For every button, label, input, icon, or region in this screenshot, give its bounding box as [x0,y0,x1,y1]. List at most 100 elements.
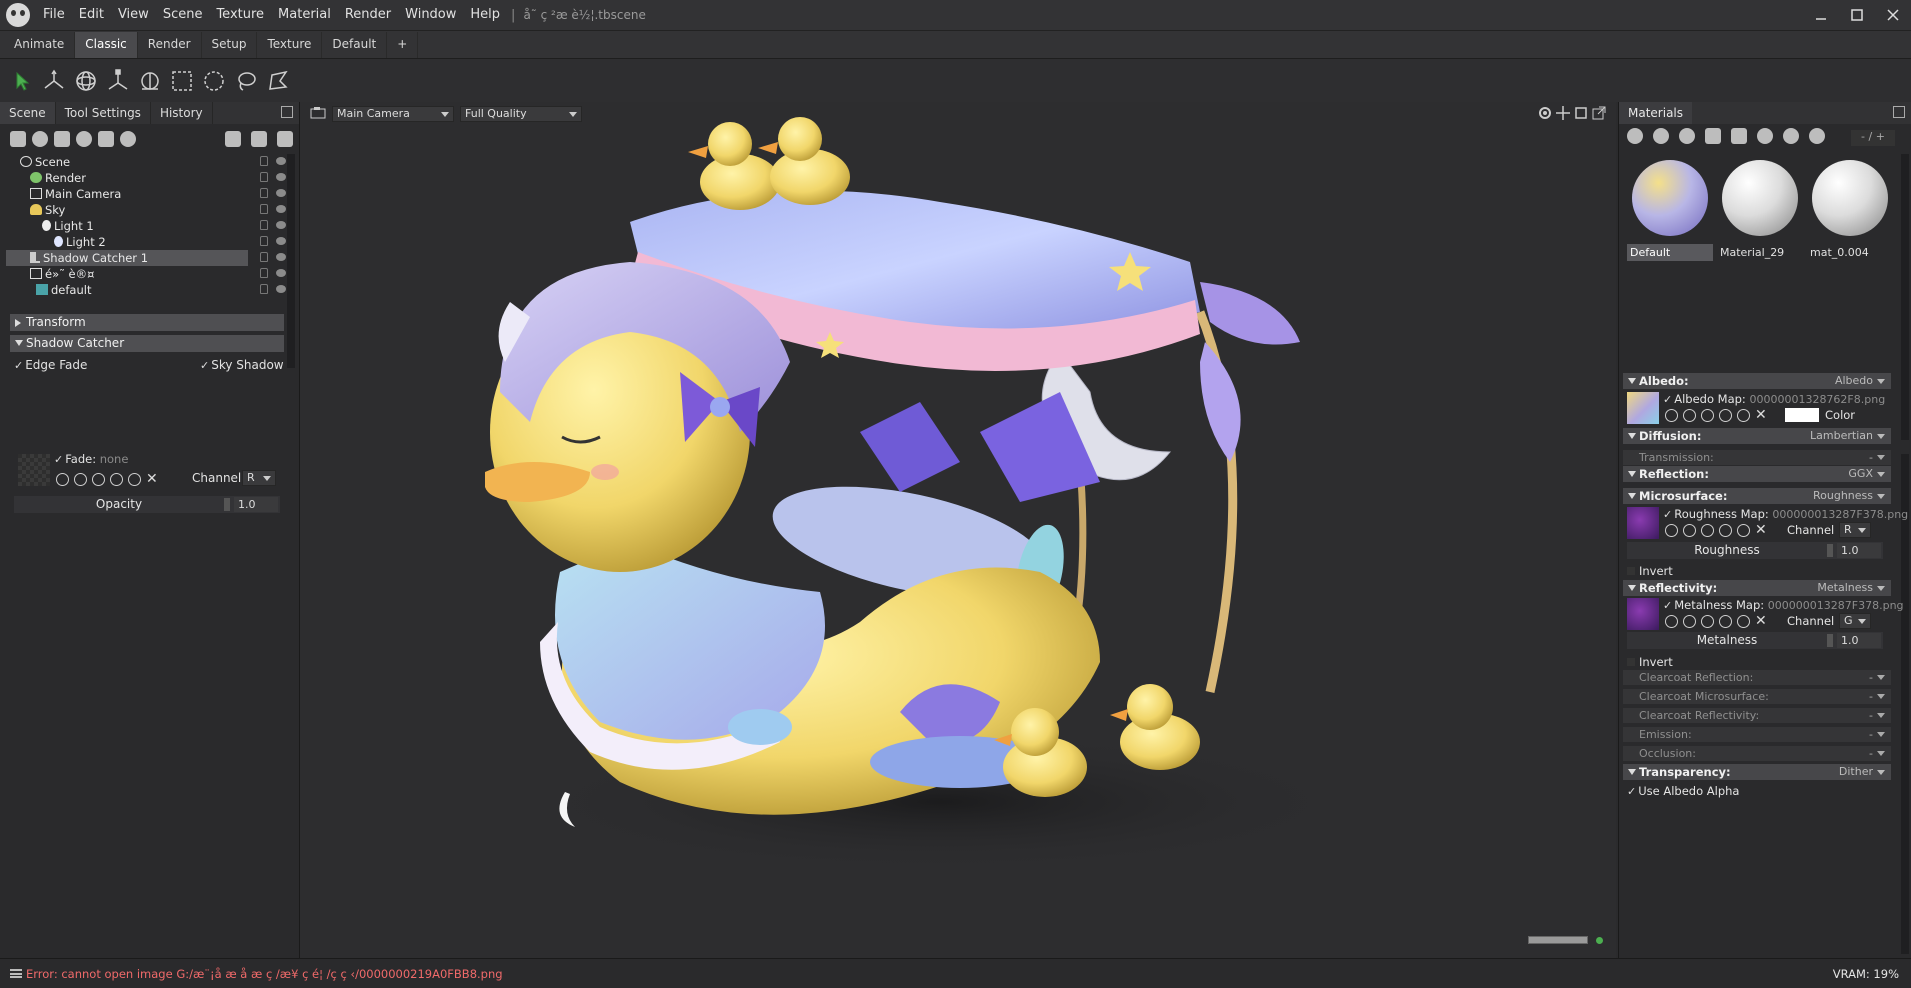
viewport-settings-icon[interactable] [1538,106,1552,120]
material-swatch-mat-0-004[interactable]: mat_0.004 [1807,157,1893,263]
add-effect-icon[interactable] [120,131,136,147]
add-tab-button[interactable]: + [387,32,419,58]
roughness-channel-select[interactable]: R [1839,522,1871,538]
new-material-icon[interactable] [1627,128,1643,144]
refresh-icon[interactable] [1737,523,1750,537]
refresh-icon[interactable] [1737,614,1750,628]
tree-item-render[interactable]: Render [6,170,288,186]
delete-material-icon[interactable] [1731,128,1747,144]
tree-item-light-1[interactable]: Light 1 [6,218,288,234]
tab-default[interactable]: Default [322,32,388,58]
metalness-value-field[interactable]: 1.0 [1837,633,1881,648]
microsurface-section-header[interactable]: Microsurface: Roughness [1623,488,1891,504]
duplicate-icon[interactable] [251,131,267,147]
search-icon[interactable] [74,472,87,486]
search-icon[interactable] [1683,523,1696,537]
log-menu-icon[interactable] [10,969,22,978]
roughness-map-thumbnail[interactable] [1627,507,1659,539]
scene-tree-scrollbar[interactable] [287,154,295,368]
sky-shadow-checkbox[interactable]: ✓ Sky Shadow [200,358,284,372]
material-swatch-default[interactable]: Default [1627,157,1713,263]
metalness-invert-checkbox[interactable]: Invert [1627,655,1673,669]
move-tool-button[interactable] [40,67,68,95]
settings-gear-icon[interactable] [1665,523,1678,537]
properties-scrollbar[interactable] [1901,454,1909,954]
lock-icon[interactable] [260,156,268,166]
add-shadow-catcher-icon[interactable] [98,131,114,147]
menu-scene[interactable]: Scene [156,0,210,30]
sample-icon[interactable] [1701,614,1714,628]
material-settings-icon[interactable] [1679,128,1695,144]
tree-item-group[interactable]: é»˜ è®¤ [6,266,288,282]
clearcoat-reflectivity-row[interactable]: Clearcoat Reflectivity: - [1623,708,1891,723]
transparency-mode[interactable]: Dither [1839,764,1873,780]
settings-gear-icon[interactable] [1665,614,1678,628]
tab-render[interactable]: Render [138,32,202,58]
fade-texture-slot[interactable] [18,454,50,486]
visibility-eye-icon[interactable] [276,221,286,229]
delete-icon[interactable] [277,131,293,147]
menu-view[interactable]: View [111,0,156,30]
visibility-eye-icon[interactable] [276,285,286,293]
use-albedo-alpha-checkbox[interactable]: ✓ Use Albedo Alpha [1627,784,1739,798]
diffusion-mode[interactable]: Lambertian [1810,428,1873,444]
lock-icon[interactable] [260,188,268,198]
visibility-eye-icon[interactable] [276,189,286,197]
visibility-eye-icon[interactable] [276,157,286,165]
transform-tool-button[interactable] [136,67,164,95]
lock-icon[interactable] [260,252,268,262]
paint-icon[interactable] [110,472,123,486]
search-icon[interactable] [1683,614,1696,628]
rect-select-button[interactable] [168,67,196,95]
material-swatch-material-29[interactable]: Material_29 [1717,157,1803,263]
paint-icon[interactable] [1719,408,1732,422]
emission-row[interactable]: Emission: - [1623,727,1891,742]
clearcoat-microsurface-row[interactable]: Clearcoat Microsurface: - [1623,689,1891,704]
tab-texture[interactable]: Texture [257,32,323,58]
sample-icon[interactable] [1701,523,1714,537]
tree-item-default[interactable]: default [6,282,288,298]
clear-icon[interactable]: ✕ [1755,407,1767,423]
add-light-icon[interactable] [32,131,48,147]
lock-icon[interactable] [260,236,268,246]
settings-gear-icon[interactable] [56,472,69,486]
folder-icon[interactable] [1705,128,1721,144]
new-folder-icon[interactable] [225,131,241,147]
menu-edit[interactable]: Edit [72,0,111,30]
reflectivity-section-header[interactable]: Reflectivity: Metalness [1623,580,1891,596]
edge-fade-checkbox[interactable]: ✓ Edge Fade [14,358,87,372]
menu-render[interactable]: Render [338,0,398,30]
assign-material-icon[interactable] [1783,128,1799,144]
lasso-select-button[interactable] [232,67,260,95]
roughness-invert-checkbox[interactable]: Invert [1627,564,1673,578]
tree-item-light-2[interactable]: Light 2 [6,234,288,250]
scale-tool-button[interactable] [104,67,132,95]
tab-scene[interactable]: Scene [0,102,56,124]
opacity-value-field[interactable]: 1.0 [234,497,278,512]
occlusion-row[interactable]: Occlusion: - [1623,746,1891,761]
camera-select[interactable]: Main Camera [332,106,454,122]
paint-icon[interactable] [1719,523,1732,537]
lock-icon[interactable] [260,172,268,182]
menu-texture[interactable]: Texture [209,0,271,30]
slider-handle[interactable] [1827,634,1833,647]
opacity-slider[interactable]: Opacity 1.0 [14,496,280,513]
add-sky-icon[interactable] [76,131,92,147]
close-button[interactable] [1875,0,1911,30]
metalness-map-thumbnail[interactable] [1627,598,1659,630]
lock-icon[interactable] [260,284,268,294]
shadow-catcher-section-header[interactable]: Shadow Catcher [10,335,284,352]
search-icon[interactable] [1683,408,1696,422]
minimize-button[interactable] [1803,0,1839,30]
transparency-section-header[interactable]: Transparency: Dither [1623,764,1891,780]
undock-icon[interactable] [1893,106,1905,118]
menu-help[interactable]: Help [463,0,507,30]
refresh-icon[interactable] [1737,408,1750,422]
visibility-eye-icon[interactable] [276,205,286,213]
visibility-eye-icon[interactable] [276,269,286,277]
lock-icon[interactable] [260,204,268,214]
tab-materials[interactable]: Materials [1619,102,1693,124]
lock-icon[interactable] [260,220,268,230]
viewport[interactable]: Main Camera Full Quality [300,102,1616,958]
sample-icon[interactable] [1701,408,1714,422]
